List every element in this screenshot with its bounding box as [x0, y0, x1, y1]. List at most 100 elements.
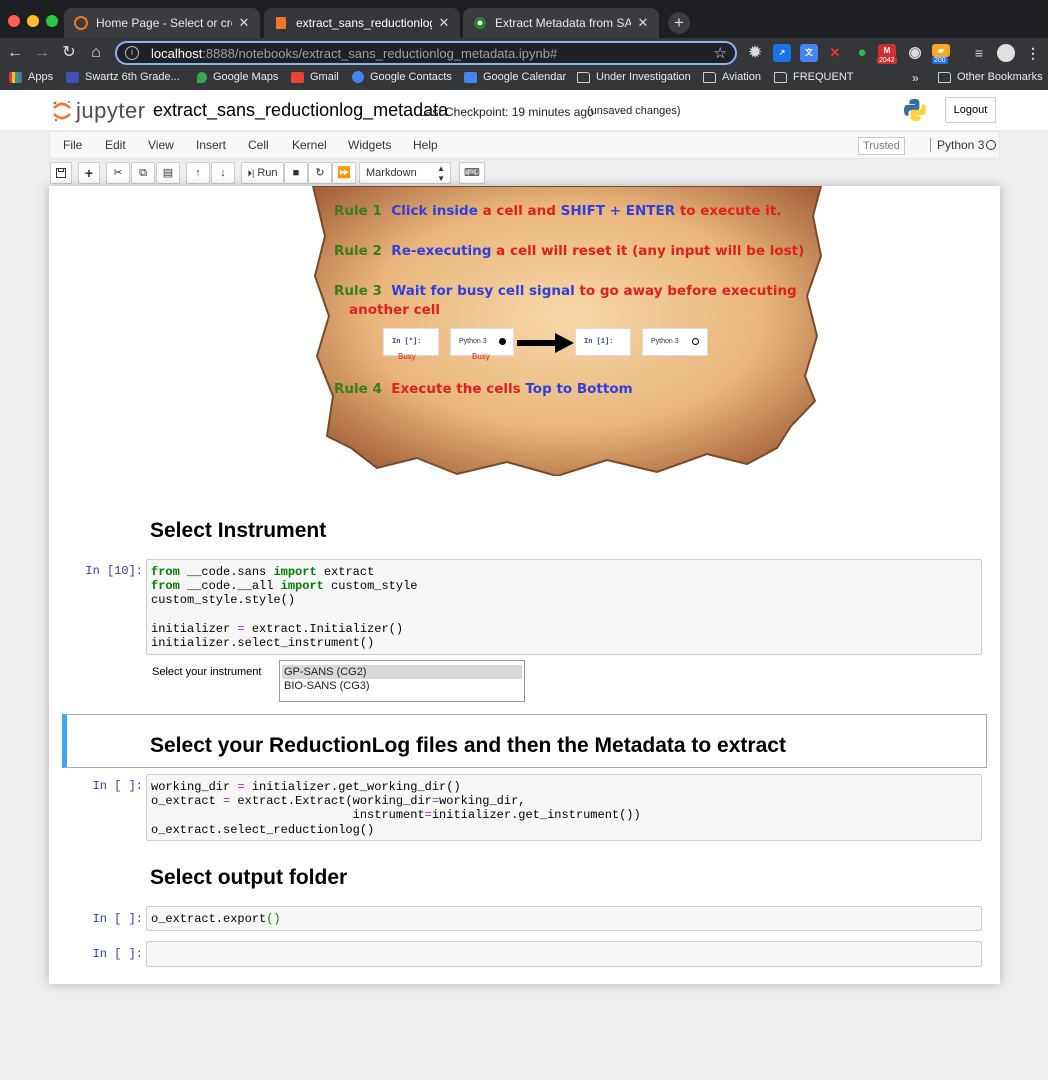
code-cell-empty[interactable]: [146, 941, 982, 967]
cell-type-select[interactable]: Markdown ▲ ▼: [359, 162, 451, 184]
bookmark-gmail[interactable]: Gmail: [291, 71, 339, 83]
instrument-option[interactable]: GP-SANS (CG2): [282, 665, 522, 679]
insert-cell-icon[interactable]: +: [78, 162, 100, 184]
bookmark-star-icon[interactable]: ☆: [714, 44, 727, 62]
feed-extension-icon[interactable]: ▰: [932, 44, 950, 57]
bookmark-apps[interactable]: Apps: [9, 71, 53, 83]
move-up-icon[interactable]: ↑: [186, 162, 210, 184]
close-tab-icon[interactable]: ✕: [436, 15, 452, 31]
bookmark-swartz[interactable]: Swartz 6th Grade...: [66, 71, 180, 83]
forward-icon[interactable]: →: [31, 42, 53, 64]
copy-icon[interactable]: ⧉: [131, 162, 155, 184]
reload-icon[interactable]: ↻: [58, 42, 80, 64]
instrument-select-list[interactable]: GP-SANS (CG2) BIO-SANS (CG3): [279, 660, 525, 702]
move-down-icon[interactable]: ↓: [211, 162, 235, 184]
bookmark-under-investigation[interactable]: Under Investigation: [577, 71, 691, 83]
busy-label: Busy: [398, 352, 416, 361]
bookmark-label: Google Contacts: [370, 71, 452, 83]
other-bookmarks[interactable]: Other Bookmarks: [938, 71, 1043, 83]
bookmark-google-contacts[interactable]: Google Contacts: [352, 71, 452, 83]
bookmarks-overflow-button[interactable]: »: [912, 71, 919, 85]
url-host: localhost: [151, 45, 203, 61]
menu-view[interactable]: View: [148, 138, 174, 152]
restart-run-all-icon[interactable]: ⏩: [332, 162, 356, 184]
menu-insert[interactable]: Insert: [196, 138, 226, 152]
home-icon[interactable]: ⌂: [85, 42, 107, 64]
blocker-extension-icon[interactable]: ✕: [826, 44, 844, 62]
close-window-button[interactable]: [8, 15, 20, 27]
menu-cell[interactable]: Cell: [248, 138, 269, 152]
run-button[interactable]: ⏵| Run: [241, 162, 284, 184]
tab-title: extract_sans_reductionlog_metadata: [296, 16, 432, 30]
new-tab-button[interactable]: +: [668, 12, 690, 34]
bookmark-label: Gmail: [310, 71, 339, 83]
back-icon[interactable]: ←: [4, 42, 26, 64]
notebook-menubar: File Edit View Insert Cell Kernel Widget…: [49, 131, 1000, 159]
save-icon[interactable]: [50, 162, 72, 184]
gear-extension-icon[interactable]: ✹: [746, 44, 764, 62]
notebook-page: Rule 1 Click inside a cell and SHIFT + E…: [49, 186, 1000, 984]
close-tab-icon[interactable]: ✕: [236, 15, 252, 31]
fullscreen-window-button[interactable]: [46, 15, 58, 27]
shortcut-extension-icon[interactable]: ↗: [773, 44, 791, 62]
browser-tab-home[interactable]: Home Page - Select or create a notebook …: [64, 8, 260, 38]
bookmark-google-maps[interactable]: Google Maps: [197, 71, 278, 83]
puzzle-favicon-icon: [473, 16, 487, 30]
rule-3-continued: another cell: [349, 302, 440, 318]
maps-icon: [197, 71, 207, 83]
menu-edit[interactable]: Edit: [105, 138, 126, 152]
bookmark-aviation[interactable]: Aviation: [703, 71, 761, 83]
menu-widgets[interactable]: Widgets: [348, 138, 391, 152]
keyboard-icon[interactable]: ⌨: [459, 162, 485, 184]
bookmark-label: Swartz 6th Grade...: [85, 71, 180, 83]
instrument-option[interactable]: BIO-SANS (CG3): [282, 679, 522, 693]
autosave-status: (unsaved changes): [587, 105, 681, 117]
stop-icon[interactable]: ■: [284, 162, 308, 184]
bookmark-label: Apps: [28, 71, 54, 83]
url-path: :8888/notebooks/extract_sans_reductionlo…: [202, 45, 558, 61]
media-control-icon[interactable]: ≡: [970, 44, 988, 62]
cut-icon[interactable]: ✂: [106, 162, 130, 184]
browser-tab-extract[interactable]: Extract Metadata from SANS ReductionLog …: [463, 8, 659, 38]
bookmark-frequent[interactable]: FREQUENT: [774, 71, 854, 83]
close-tab-icon[interactable]: ✕: [635, 15, 651, 31]
code-cell-select-instrument[interactable]: from __code.sans import extract from __c…: [146, 559, 982, 655]
last-checkpoint: Last Checkpoint: 19 minutes ago: [419, 105, 594, 119]
code-cell-select-reductionlog[interactable]: working_dir = initializer.get_working_di…: [146, 774, 982, 841]
done-cell-thumbnail: In [1]:: [575, 328, 631, 356]
calendar-icon: [66, 71, 79, 83]
info-icon[interactable]: i: [125, 46, 139, 60]
jupyter-logo[interactable]: jupyter: [52, 98, 146, 124]
profile-avatar[interactable]: [997, 44, 1015, 62]
menu-help[interactable]: Help: [413, 138, 438, 152]
contacts-icon: [352, 71, 364, 83]
code-cell-export[interactable]: o_extract.export(): [146, 906, 982, 931]
cell-prompt: In [10]:: [85, 564, 143, 578]
translate-extension-icon[interactable]: 文: [800, 44, 818, 62]
restart-icon[interactable]: ↻: [308, 162, 332, 184]
bookmark-label: FREQUENT: [793, 71, 854, 83]
rule-number: Rule 2: [334, 243, 382, 259]
menu-file[interactable]: File: [63, 138, 82, 152]
heading-select-output-folder: Select output folder: [150, 866, 348, 889]
gmail-extension-icon[interactable]: M: [878, 44, 896, 58]
kernel-idle-icon: [692, 338, 699, 345]
rule-2: Rule 2 Re-executing a cell will reset it…: [334, 243, 804, 259]
evernote-extension-icon[interactable]: ●: [853, 44, 871, 62]
browser-tab-notebook[interactable]: extract_sans_reductionlog_metadata ✕: [264, 8, 460, 38]
browser-menu-icon[interactable]: ⋮: [1024, 44, 1042, 62]
paste-icon[interactable]: ▤: [156, 162, 180, 184]
notebook-toolbar: + ✂ ⧉ ▤ ↑ ↓ ⏵| Run ■ ↻ ⏩ Markdown ▲ ▼ ⌨: [49, 160, 1000, 186]
bookmark-label: Google Maps: [213, 71, 279, 83]
logout-button[interactable]: Logout: [945, 97, 996, 123]
circle-extension-icon[interactable]: ◉: [906, 44, 924, 62]
bookmark-google-calendar[interactable]: Google Calendar: [464, 71, 566, 83]
bookmarks-bar: Apps Swartz 6th Grade... Google Maps Gma…: [0, 68, 1048, 90]
kernel-label: Python 3: [651, 338, 679, 345]
minimize-window-button[interactable]: [27, 15, 39, 27]
address-bar[interactable]: i localhost:8888/notebooks/extract_sans_…: [115, 41, 737, 65]
notebook-name[interactable]: extract_sans_reductionlog_metadata: [153, 100, 448, 121]
menu-kernel[interactable]: Kernel: [292, 138, 327, 152]
jupyter-logo-icon: [52, 100, 72, 122]
trusted-indicator[interactable]: Trusted: [858, 137, 905, 155]
